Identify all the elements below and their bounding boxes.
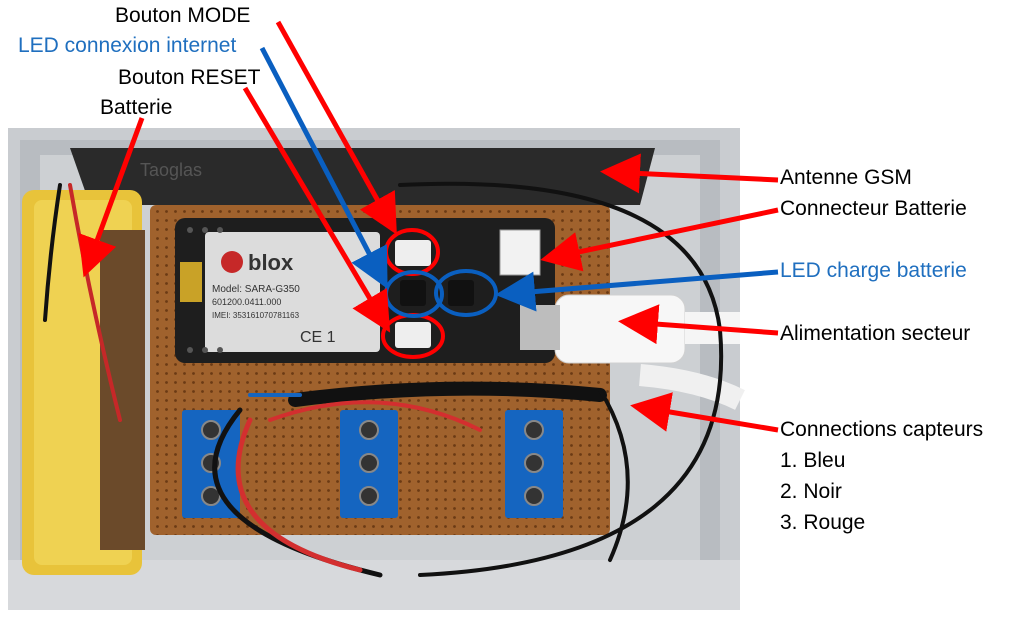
battery-connector [499, 229, 541, 276]
module-part-line: 601200.0411.000 [212, 297, 281, 307]
label-batterie: Batterie [100, 96, 173, 119]
module-ce-mark: CE 1 [300, 329, 336, 346]
label-antenne: Antenne GSM [780, 166, 912, 189]
label-connections: Connections capteurs [780, 418, 984, 441]
module-brand: blox [248, 250, 294, 275]
label-item-1: 1. Bleu [780, 449, 846, 472]
label-item-2: 2. Noir [780, 480, 842, 503]
label-alimentation: Alimentation secteur [780, 322, 971, 345]
label-led-connexion: LED connexion internet [18, 34, 237, 57]
antenna-brand-text: Taoglas [140, 160, 202, 180]
label-item-3: 3. Rouge [780, 511, 866, 534]
module-model-line: Model: SARA-G350 [212, 284, 300, 295]
label-bouton-reset: Bouton RESET [118, 66, 261, 89]
label-bouton-mode: Bouton MODE [115, 4, 251, 27]
module-imei-line: IMEI: 353161070781163 [212, 311, 300, 320]
label-connecteur: Connecteur Batterie [780, 197, 967, 220]
label-led-charge: LED charge batterie [780, 259, 967, 282]
annotated-photo: Taoglas blox Model: SARA-G350 601200.041… [8, 20, 779, 610]
